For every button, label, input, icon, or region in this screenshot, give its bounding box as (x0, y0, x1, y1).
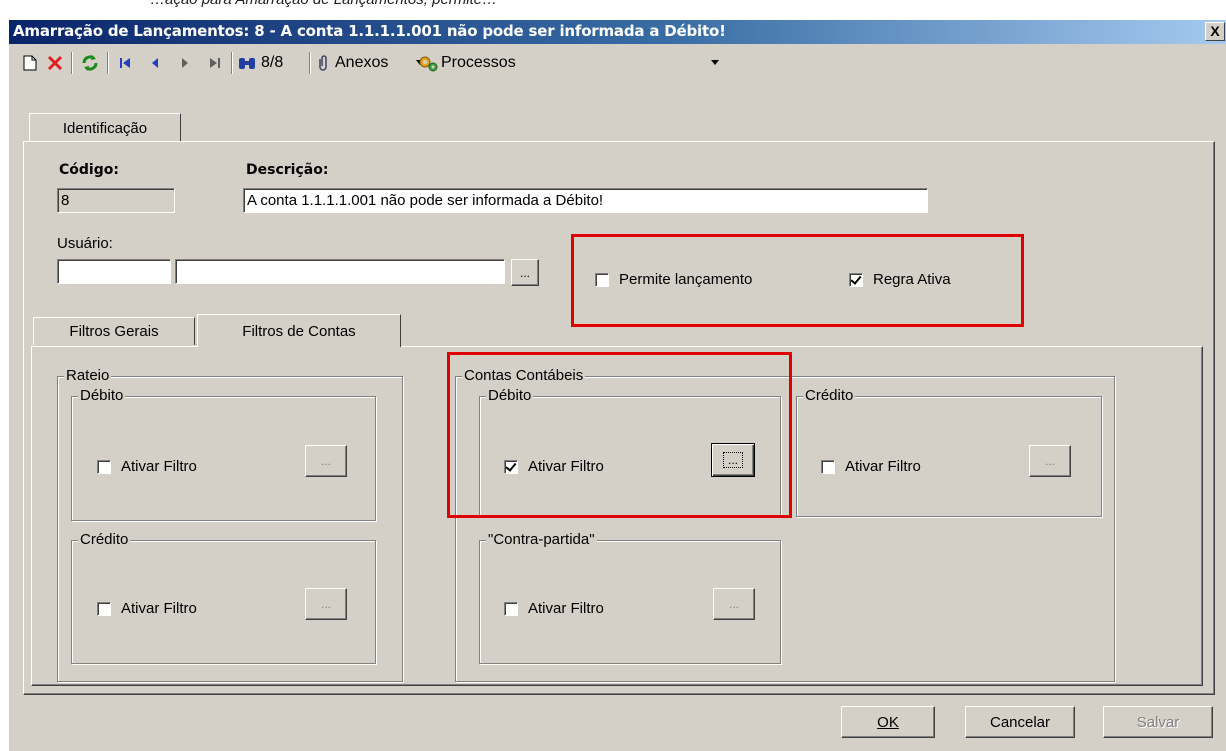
highlight-box-debito-filter (447, 352, 792, 518)
paperclip-icon (319, 55, 327, 71)
tab-filtros-gerais[interactable]: Filtros Gerais (33, 317, 195, 345)
toolbar-separator (71, 52, 73, 74)
contra-partida-ativar-label: Ativar Filtro (528, 600, 604, 617)
rateio-credito-ativar-checkbox[interactable]: Ativar Filtro (97, 600, 197, 617)
first-record-icon (120, 58, 130, 68)
rateio-debito-ativar-box[interactable] (97, 459, 111, 474)
next-record-icon (182, 58, 188, 68)
background-caption-strip: …ação para Amarração de Lançamentos, per… (0, 0, 1226, 20)
contas-credito-ativar-box[interactable] (821, 459, 835, 474)
rateio-debito-title: Débito (78, 387, 126, 404)
dialog-window: Amarração de Lançamentos: 8 - A conta 1.… (8, 20, 1226, 751)
attachments-label: Anexos (335, 54, 389, 71)
rateio-title: Rateio (64, 367, 112, 384)
refresh-icon (82, 55, 98, 71)
tab-filtros-de-contas[interactable]: Filtros de Contas (197, 314, 401, 347)
rateio-credito-ativar-box[interactable] (97, 601, 111, 616)
toolbar-separator (231, 52, 233, 74)
cancel-label: Cancelar (989, 713, 1051, 731)
highlight-box-rule-options (571, 234, 1024, 327)
usuario-name-field[interactable] (175, 259, 505, 284)
gears-icon (419, 56, 438, 72)
descricao-label: Descrição: (246, 162, 329, 178)
save-label: Salvar (1136, 713, 1180, 731)
contas-credito-lookup-button[interactable]: ... (1029, 445, 1071, 477)
toolbar-separator (107, 52, 109, 74)
refresh-button[interactable] (77, 46, 103, 80)
contra-partida-ativar-box[interactable] (504, 601, 518, 616)
previous-record-icon (152, 58, 158, 68)
tab-identificacao-label: Identificação (62, 119, 148, 137)
tab-filtros-de-contas-label: Filtros de Contas (242, 322, 356, 340)
background-caption-text: …ação para Amarração de Lançamentos, per… (150, 0, 497, 8)
usuario-label: Usuário: (57, 235, 113, 252)
new-record-button[interactable] (19, 46, 41, 80)
contas-credito-ativar-label: Ativar Filtro (845, 458, 921, 475)
delete-record-button[interactable] (43, 46, 67, 80)
last-record-button[interactable] (203, 46, 227, 80)
cancel-button[interactable]: Cancelar (965, 706, 1075, 738)
usuario-lookup-button[interactable]: ... (511, 259, 539, 286)
binoculars-icon (239, 58, 255, 69)
rateio-debito-ativar-checkbox[interactable]: Ativar Filtro (97, 458, 197, 475)
tab-identificacao[interactable]: Identificação (29, 113, 181, 142)
rateio-credito-title: Crédito (78, 531, 131, 548)
contas-credito-title: Crédito (803, 387, 856, 404)
new-document-icon (23, 55, 37, 71)
save-button[interactable]: Salvar (1103, 706, 1213, 738)
attachments-button[interactable]: Anexos (315, 46, 405, 80)
ok-button[interactable]: OK (841, 706, 935, 738)
usuario-code-field[interactable] (57, 259, 171, 284)
last-record-icon (210, 58, 220, 68)
rateio-debito-lookup-button[interactable]: ... (305, 445, 347, 477)
previous-record-button[interactable] (143, 46, 167, 80)
codigo-label: Código: (59, 162, 119, 178)
contas-credito-ativar-checkbox[interactable]: Ativar Filtro (821, 458, 921, 475)
codigo-field[interactable]: 8 (57, 188, 175, 213)
delete-x-icon (47, 55, 63, 71)
close-icon: X (1210, 23, 1220, 39)
first-record-button[interactable] (113, 46, 137, 80)
processes-button[interactable]: Processos (417, 46, 535, 80)
window-title: Amarração de Lançamentos: 8 - A conta 1.… (13, 22, 726, 40)
rateio-credito-ativar-label: Ativar Filtro (121, 600, 197, 617)
rateio-debito-ativar-label: Ativar Filtro (121, 458, 197, 475)
next-record-button[interactable] (173, 46, 197, 80)
close-button[interactable]: X (1205, 22, 1225, 41)
ok-label: OK (877, 713, 899, 731)
chevron-down-icon (711, 60, 719, 65)
rateio-credito-lookup-button[interactable]: ... (305, 588, 347, 620)
record-counter: 8/8 (261, 54, 284, 71)
processes-label: Processos (441, 54, 516, 71)
descricao-field[interactable]: A conta 1.1.1.1.001 não pode ser informa… (243, 188, 928, 213)
processes-dropdown[interactable] (705, 46, 725, 80)
title-bar[interactable]: Amarração de Lançamentos: 8 - A conta 1.… (9, 20, 1226, 44)
toolbar-separator (309, 52, 311, 74)
find-record-button[interactable]: 8/8 (237, 46, 311, 80)
contra-partida-title: "Contra-partida" (486, 531, 597, 548)
contra-partida-ativar-checkbox[interactable]: Ativar Filtro (504, 600, 604, 617)
toolbar: 8/8 Anexos Processos (9, 46, 1226, 80)
tab-filtros-gerais-label: Filtros Gerais (69, 323, 159, 340)
contra-partida-lookup-button[interactable]: ... (713, 588, 755, 620)
